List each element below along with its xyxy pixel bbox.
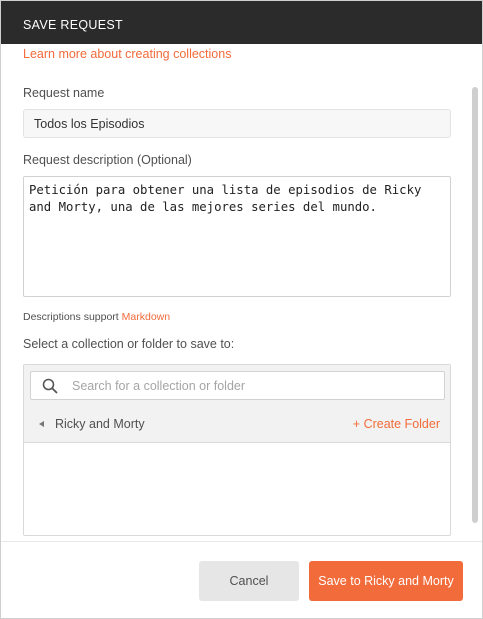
learn-more-link[interactable]: Learn more about creating collections [23, 47, 231, 61]
collection-search-input[interactable]: Search for a collection or folder [30, 371, 445, 400]
scrollbar-thumb[interactable] [472, 87, 478, 523]
modal-header: SAVE REQUEST [1, 1, 482, 44]
request-name-label: Request name [23, 86, 105, 100]
caret-left-icon[interactable] [39, 421, 44, 427]
search-placeholder: Search for a collection or folder [72, 379, 246, 393]
markdown-hint-text: Descriptions support [23, 311, 119, 323]
current-collection-name[interactable]: Ricky and Morty [55, 417, 145, 431]
request-name-input[interactable]: Todos los Episodios [23, 109, 451, 138]
modal-footer: Cancel Save to Ricky and Morty [1, 541, 482, 618]
modal-body[interactable]: Learn more about creating collections Re… [1, 44, 482, 541]
cancel-button[interactable]: Cancel [199, 561, 299, 601]
current-collection-row: Ricky and Morty + Create Folder [24, 409, 450, 439]
save-button[interactable]: Save to Ricky and Morty [309, 561, 463, 601]
request-description-label: Request description (Optional) [23, 153, 192, 167]
request-description-textarea[interactable]: Petición para obtener una lista de episo… [23, 176, 451, 297]
collection-picker-header: Search for a collection or folder Ricky … [24, 365, 450, 443]
collection-select-label: Select a collection or folder to save to… [23, 337, 235, 351]
modal-title: SAVE REQUEST [23, 18, 123, 32]
markdown-link[interactable]: Markdown [122, 311, 170, 323]
save-request-modal: SAVE REQUEST Learn more about creating c… [0, 0, 483, 619]
collection-picker: Search for a collection or folder Ricky … [23, 364, 451, 536]
create-folder-button[interactable]: + Create Folder [353, 417, 440, 431]
search-icon [42, 378, 58, 394]
markdown-hint: Descriptions support Markdown [23, 311, 170, 323]
